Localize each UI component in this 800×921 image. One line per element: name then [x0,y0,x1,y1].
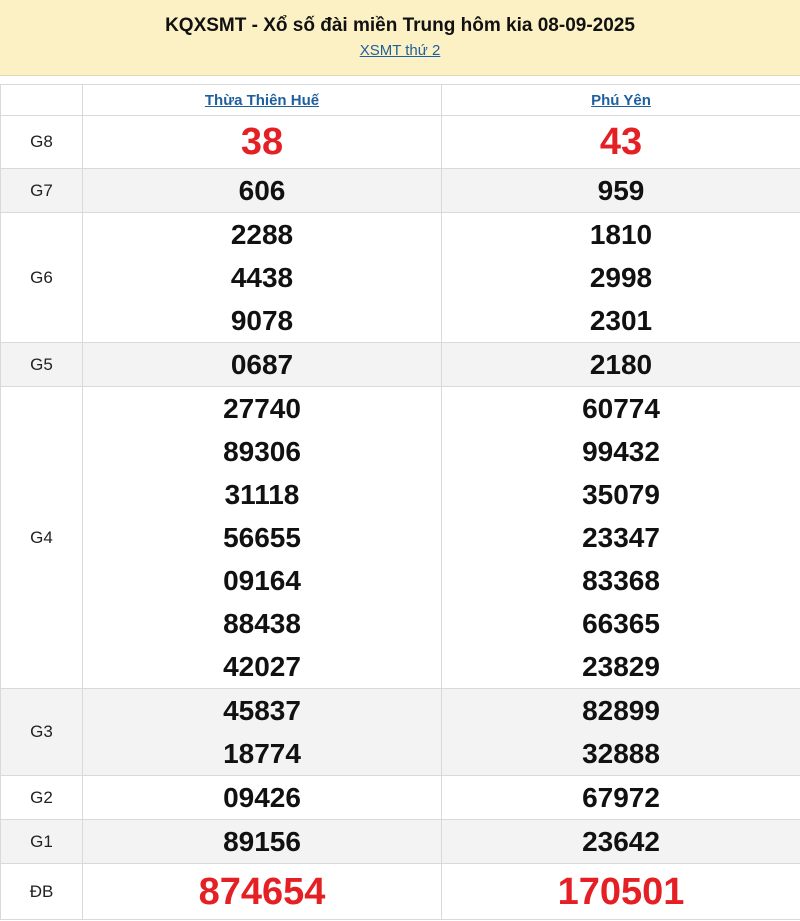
prize-number: 83368 [582,565,660,596]
corner-cell [0,84,83,116]
prize-number: 23642 [582,826,660,857]
prize-cell: 45837 18774 [82,688,442,776]
prize-number: 89306 [223,436,301,467]
prize-number: 45837 [223,695,301,726]
prize-number: 56655 [223,522,301,553]
prize-number: 88438 [223,608,301,639]
prize-number: 2301 [589,305,653,336]
prize-number: 959 [597,175,645,206]
prize-cell: 60774 99432 35079 23347 83368 66365 2382… [441,386,800,689]
prize-number: 1810 [589,219,653,250]
prize-number: 60774 [582,393,660,424]
prize-number: 89156 [223,826,301,857]
prize-cell: 606 [82,168,442,213]
prize-label: G7 [0,168,83,213]
prize-cell: 959 [441,168,800,213]
province-link-hue[interactable]: Thừa Thiên Huế [205,92,319,109]
province-link-phu-yen[interactable]: Phú Yên [591,92,651,109]
prize-number: 43 [599,121,643,163]
prize-cell: 2288 4438 9078 [82,212,442,343]
prize-row-g1: G1 89156 23642 [0,819,800,864]
prize-label: ĐB [0,863,83,920]
prize-cell: 43 [441,115,800,169]
prize-number: 31118 [224,479,300,510]
prize-number: 67972 [582,782,660,813]
prize-cell: 89156 [82,819,442,864]
prize-cell: 82899 32888 [441,688,800,776]
prize-number: 99432 [582,436,660,467]
prize-label: G3 [0,688,83,776]
results-page: KQXSMT - Xổ số đài miền Trung hôm kia 08… [0,0,800,921]
prize-cell: 2180 [441,342,800,387]
prize-row-g5: G5 0687 2180 [0,342,800,387]
prize-row-g7: G7 606 959 [0,168,800,213]
prize-row-g4: G4 27740 89306 31118 56655 09164 88438 4… [0,386,800,689]
prize-label: G6 [0,212,83,343]
prize-number: 18774 [223,738,301,769]
prize-number: 09164 [223,565,301,596]
page-title: KQXSMT - Xổ số đài miền Trung hôm kia 08… [165,15,635,36]
prize-row-g3: G3 45837 18774 82899 32888 [0,688,800,776]
prize-cell: 09426 [82,775,442,820]
prize-number: 27740 [223,393,301,424]
prize-number: 2288 [230,219,294,250]
prize-cell: 874654 [82,863,442,920]
prize-number: 2180 [589,349,653,380]
prize-cell: 27740 89306 31118 56655 09164 88438 4202… [82,386,442,689]
results-table: Thừa Thiên Huế Phú Yên G8 38 43 G7 606 9… [0,84,800,920]
province-header-row: Thừa Thiên Huế Phú Yên [0,84,800,116]
prize-number: 35079 [582,479,660,510]
prize-label: G1 [0,819,83,864]
prize-cell: 0687 [82,342,442,387]
prize-number: 09426 [223,782,301,813]
prize-cell: 23642 [441,819,800,864]
prize-row-g6: G6 2288 4438 9078 1810 2998 2301 [0,212,800,343]
prize-number: 0687 [230,349,294,380]
results-header: KQXSMT - Xổ số đài miền Trung hôm kia 08… [0,0,800,76]
header-gap [0,76,800,84]
prize-number: 23829 [582,651,660,682]
prize-row-db: ĐB 874654 170501 [0,863,800,920]
prize-cell: 1810 2998 2301 [441,212,800,343]
prize-number: 4438 [230,262,294,293]
province-header-hue: Thừa Thiên Huế [82,84,442,116]
prize-cell: 67972 [441,775,800,820]
prize-label: G5 [0,342,83,387]
prize-number: 2998 [589,262,653,293]
prize-row-g2: G2 09426 67972 [0,775,800,820]
prize-number: 9078 [230,305,294,336]
prize-number: 38 [240,121,284,163]
prize-cell: 38 [82,115,442,169]
prize-label: G8 [0,115,83,169]
prize-number: 23347 [582,522,660,553]
province-header-phu-yen: Phú Yên [441,84,800,116]
prize-number: 606 [238,175,286,206]
prize-number: 32888 [582,738,660,769]
special-prize-number: 170501 [557,870,685,913]
xsmt-day-link[interactable]: XSMT thứ 2 [360,40,441,62]
prize-label: G4 [0,386,83,689]
special-prize-number: 874654 [198,870,326,913]
prize-cell: 170501 [441,863,800,920]
prize-label: G2 [0,775,83,820]
prize-number: 42027 [223,651,301,682]
prize-number: 82899 [582,695,660,726]
prize-number: 66365 [582,608,660,639]
prize-row-g8: G8 38 43 [0,115,800,169]
